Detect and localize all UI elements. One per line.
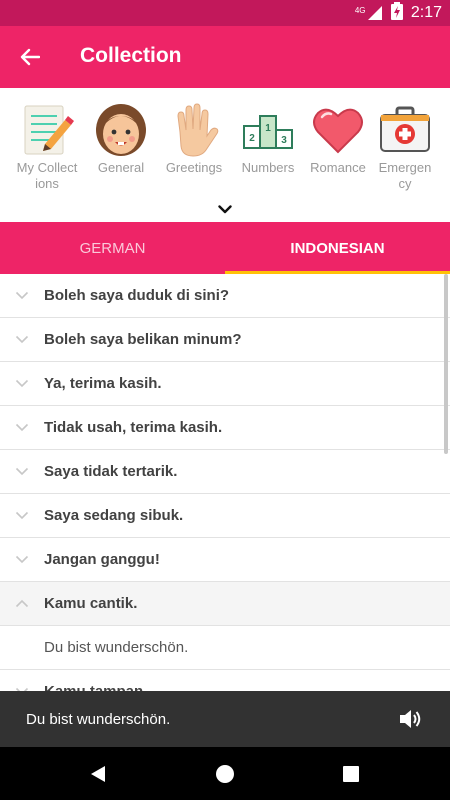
chevron-down-icon [0, 318, 44, 362]
system-nav-bar [0, 747, 450, 800]
expand-categories-button[interactable] [213, 199, 237, 219]
signal-icon: 4G [355, 5, 383, 21]
heart-icon [313, 108, 363, 154]
phrase-row[interactable]: Kamu tampan. [0, 670, 450, 691]
speaker-icon [400, 710, 421, 728]
page-title: Collection [80, 44, 182, 67]
translation-text: Du bist wunderschön. [44, 639, 189, 656]
category-label: Emergen cy [378, 160, 432, 191]
chevron-up-icon [0, 582, 44, 626]
category-emergency[interactable]: Emergen cy [372, 102, 438, 192]
status-bar: 4G 2:17 [0, 0, 450, 26]
home-circle-icon [216, 765, 234, 783]
phrase-row[interactable]: Boleh saya duduk di sini? [0, 274, 450, 318]
phrase-text: Boleh saya duduk di sini? [44, 287, 230, 304]
category-label: General [97, 160, 145, 175]
chevron-down-icon [0, 274, 44, 318]
phrase-row[interactable]: Saya tidak tertarik. [0, 450, 450, 494]
phrase-row[interactable]: Jangan ganggu! [0, 538, 450, 582]
language-tabs: GERMAN INDONESIAN [0, 222, 450, 274]
translation-row[interactable]: Du bist wunderschön. [0, 626, 450, 670]
phrase-text: Tidak usah, terima kasih. [44, 419, 223, 436]
scrollbar[interactable] [444, 274, 448, 454]
phrase-text: Saya sedang sibuk. [44, 507, 184, 524]
arrow-back-icon [20, 48, 40, 66]
waving-hand-icon [177, 103, 219, 157]
snackbar-text: Du bist wunderschön. [26, 710, 171, 728]
chevron-down-icon [0, 406, 44, 450]
svg-text:3: 3 [281, 135, 287, 146]
category-greetings[interactable]: Greetings [161, 102, 227, 176]
recents-square-icon [343, 766, 359, 782]
speaker-button[interactable] [396, 705, 424, 733]
phrase-list[interactable]: Boleh saya duduk di sini? Boleh saya bel… [0, 274, 450, 691]
first-aid-kit-icon [380, 106, 430, 152]
category-label: My Collect ions [16, 160, 78, 191]
phrase-text: Boleh saya belikan minum? [44, 331, 242, 348]
category-my-collections[interactable]: My Collect ions [14, 102, 80, 192]
category-label: Numbers [241, 160, 295, 175]
notebook-pencil-icon [24, 105, 74, 155]
phrase-row-expanded[interactable]: Kamu cantik. [0, 582, 450, 626]
nav-back-button[interactable] [85, 761, 111, 787]
phrase-text: Jangan ganggu! [44, 551, 160, 568]
category-numbers[interactable]: 2 1 3 Numbers [235, 102, 301, 176]
category-label: Romance [310, 160, 366, 175]
category-general[interactable]: General [88, 102, 154, 176]
phrase-row[interactable]: Tidak usah, terima kasih. [0, 406, 450, 450]
clock: 2:17 [410, 4, 442, 21]
network-type: 4G [354, 6, 366, 15]
svg-text:2: 2 [249, 133, 255, 144]
chevron-down-icon [0, 450, 44, 494]
phrase-row[interactable]: Boleh saya belikan minum? [0, 318, 450, 362]
back-triangle-icon [91, 766, 105, 782]
tab-indonesian[interactable]: INDONESIAN [225, 222, 450, 274]
phrase-row[interactable]: Ya, terima kasih. [0, 362, 450, 406]
battery-icon [390, 1, 403, 25]
girl-face-icon [96, 104, 146, 156]
category-label: Greetings [165, 160, 223, 175]
snackbar: Du bist wunderschön. [0, 691, 450, 747]
category-romance[interactable]: Romance [305, 102, 371, 176]
phrase-row[interactable]: Saya sedang sibuk. [0, 494, 450, 538]
nav-recents-button[interactable] [338, 761, 364, 787]
chevron-down-icon [0, 538, 44, 582]
app-bar: Collection [0, 26, 450, 88]
phrase-text: Kamu cantik. [44, 595, 138, 612]
chevron-down-icon [0, 670, 44, 691]
phrase-text: Saya tidak tertarik. [44, 463, 178, 480]
phrase-text: Ya, terima kasih. [44, 375, 162, 392]
back-button[interactable] [12, 39, 48, 75]
podium-numbers-icon: 2 1 3 [243, 115, 293, 149]
chevron-down-icon [218, 204, 232, 213]
chevron-down-icon [0, 362, 44, 406]
svg-text:1: 1 [265, 123, 271, 134]
phrase-text: Kamu tampan. [44, 683, 147, 691]
tab-german[interactable]: GERMAN [0, 222, 225, 274]
nav-home-button[interactable] [212, 761, 238, 787]
chevron-down-icon [0, 494, 44, 538]
